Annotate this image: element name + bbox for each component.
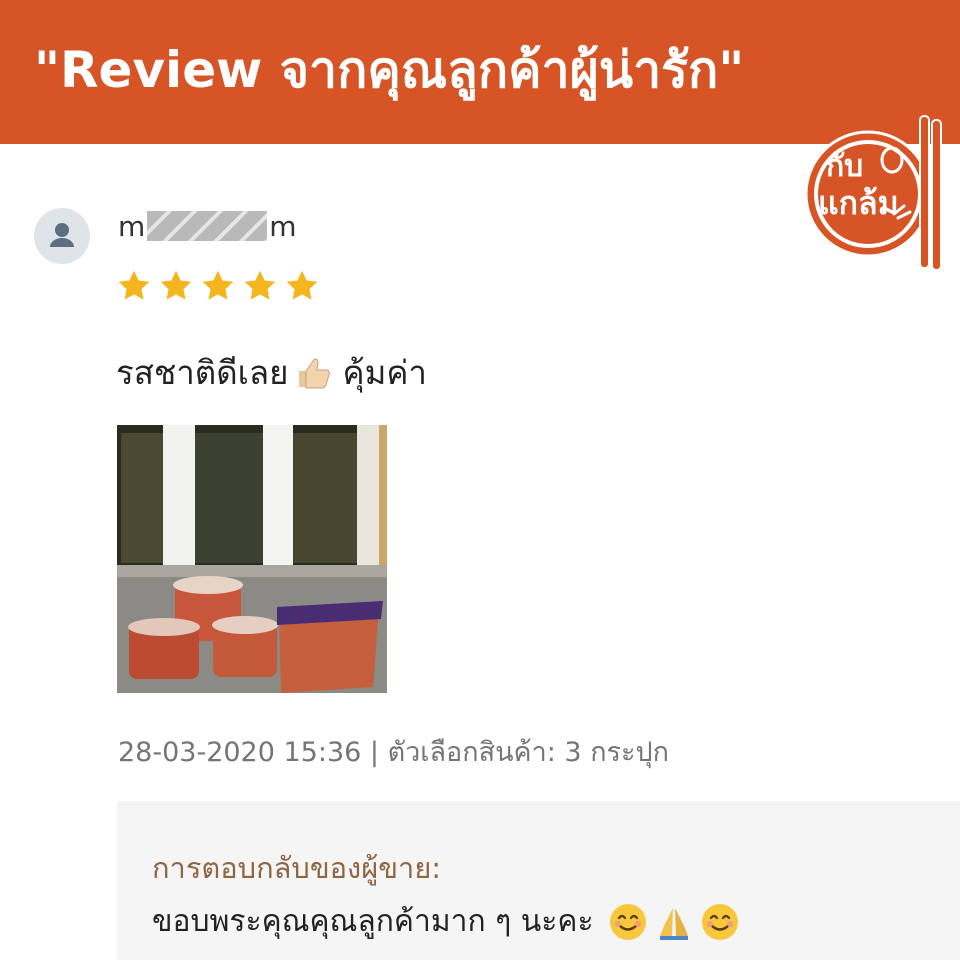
username-suffix: m <box>269 209 297 243</box>
logo-text-line1: กับ <box>826 149 863 184</box>
review-meta: 28-03-2020 15:36 | ตัวเลือกสินค้า: 3 กระ… <box>118 737 670 768</box>
seller-reply-message: ขอบพระคุณคุณลูกค้ามาก ๆ นะคะ <box>152 904 594 939</box>
star-rating <box>116 268 320 304</box>
star-icon <box>202 270 234 300</box>
star-icon <box>286 270 318 300</box>
username-prefix: m <box>118 209 146 243</box>
banner-title: "Review จากคุณลูกค้าผู้น่ารัก" <box>34 41 745 99</box>
review-text-main: รสชาติดีเลย <box>116 353 289 392</box>
seller-reply-text: ขอบพระคุณคุณลูกค้ามาก ๆ นะคะ <box>152 898 740 945</box>
user-icon <box>50 223 74 247</box>
user-avatar[interactable] <box>34 208 90 264</box>
star-icon <box>244 270 276 300</box>
folded-hands-icon <box>659 907 688 940</box>
review-text-tail: คุ้มค่า <box>342 353 427 392</box>
logo-text-line2: แกล้ม <box>818 184 899 222</box>
star-icon <box>118 270 150 300</box>
brand-logo: กับ แกล้ม <box>804 115 942 271</box>
username-mask <box>147 211 268 241</box>
thumbs-up-icon <box>298 358 330 388</box>
smiling-face-icon <box>609 903 646 940</box>
seller-reply-label: การตอบกลับของผู้ขาย: <box>152 851 442 885</box>
star-icon <box>160 270 192 300</box>
review-text: รสชาติดีเลย คุ้มค่า <box>116 346 427 399</box>
review-photo[interactable] <box>117 425 387 693</box>
reviewer-username: m m <box>118 206 297 246</box>
smiling-face-icon <box>701 903 738 940</box>
